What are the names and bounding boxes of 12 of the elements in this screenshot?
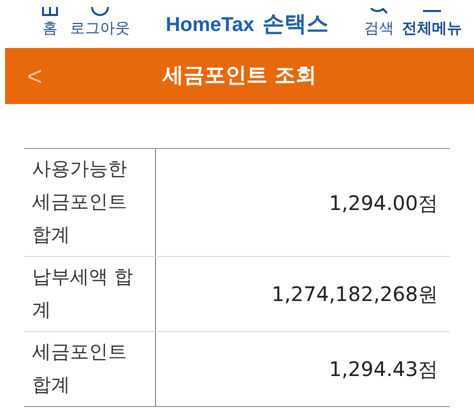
hometax-logo[interactable]: HomeTax 손택스 xyxy=(166,4,328,41)
search-button[interactable]: 검색 xyxy=(360,4,398,38)
page-title: 세금포인트 조회 xyxy=(162,62,317,90)
row-label: 사용가능한 세금포인트 합계 xyxy=(24,149,156,256)
row-label: 납부세액 합계 xyxy=(24,257,156,331)
row-value: 1,294.43점 xyxy=(328,356,439,383)
home-button[interactable]: 홈 xyxy=(38,4,62,38)
logout-button[interactable]: 로그아웃 xyxy=(66,4,134,38)
row-value: 1,294.00점 xyxy=(328,190,439,216)
row-label: 세금포인트 합계 xyxy=(24,332,156,406)
row-value: 1,274,182,268원 xyxy=(270,281,439,308)
menu-button[interactable]: 전체메뉴 xyxy=(398,4,466,38)
